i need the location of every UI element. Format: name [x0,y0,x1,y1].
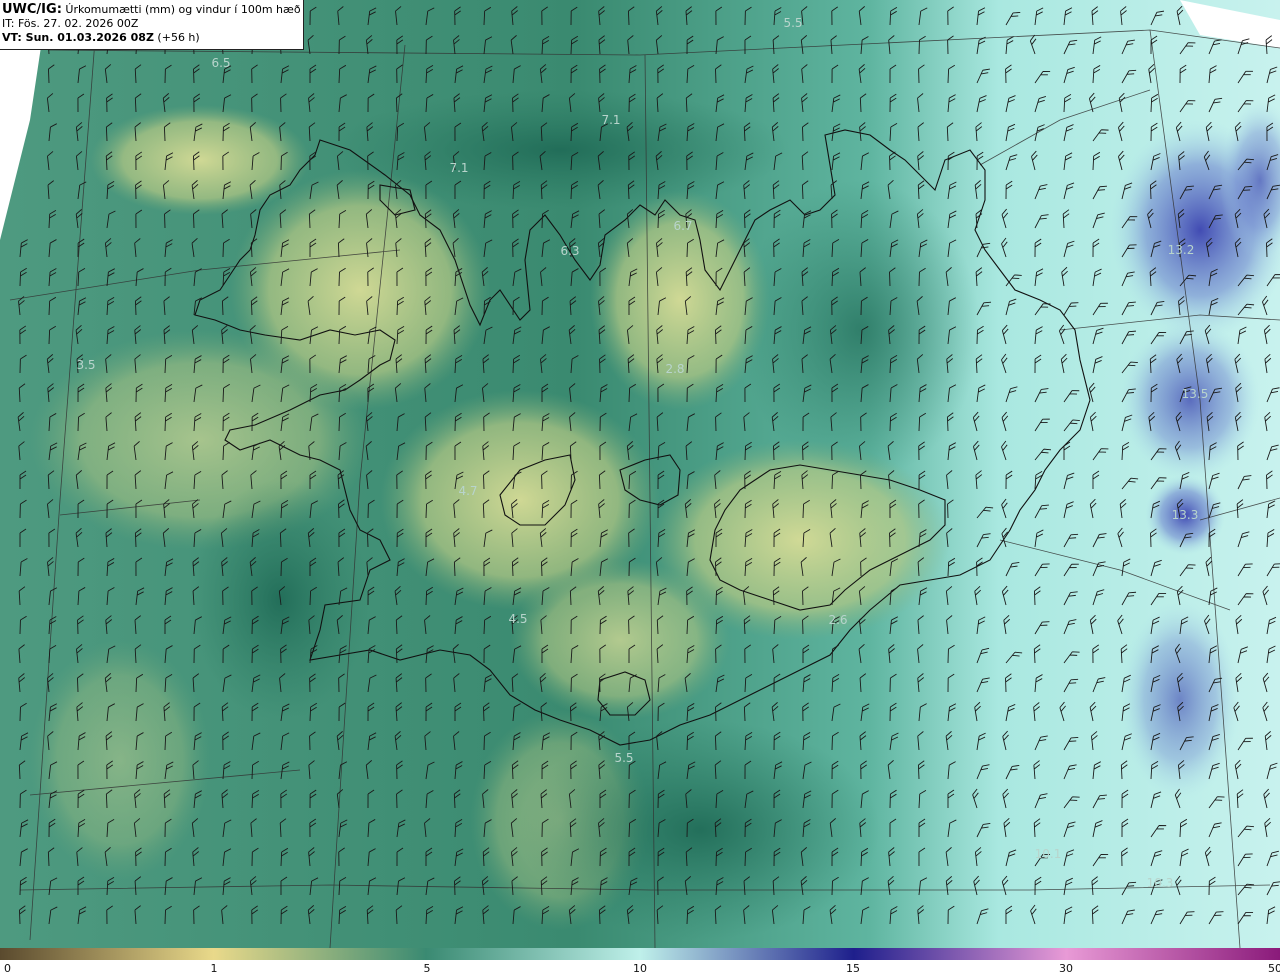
valid-time: VT: Sun. 01.03.2026 08Z [2,31,154,44]
field-value-label: 4.7 [458,484,477,498]
model-name: UWC/IG: [2,2,62,17]
colorbar-tick-5: 5 [423,962,431,975]
precipitable-water-map: 5.5 6.5 7.1 7.1 6.7 6.3 2.8 3.5 4.7 4.5 5.5 2.6 13.2… [0,0,1280,948]
field-value-label: 3.5 [76,358,95,372]
colorbar-strip [0,948,1280,960]
colorbar-tick-10: 10 [633,962,647,975]
field-value-label: 13.5 [1182,387,1209,401]
field-value-label: 10.3 [1147,876,1174,890]
colorbar-tick-15: 15 [846,962,860,975]
field-value-label: 7.1 [449,161,468,175]
header-info-box: UWC/IG: Úrkomumætti (mm) og vindur í 100… [0,0,304,50]
forecast-lead: (+56 h) [153,31,200,44]
colorbar-tick-50: 50 [1268,962,1280,975]
field-value-label: 2.8 [665,362,684,376]
colorbar-tick-0: 0 [4,962,11,975]
field-value-label: 5.5 [783,16,802,30]
field-value-label: 6.5 [211,56,230,70]
init-time: IT: Fös. 27. 02. 2026 00Z [2,17,139,30]
field-value-label: 4.5 [508,612,527,626]
field-value-label: 13.3 [1172,508,1199,522]
field-value-label: 13.2 [1168,243,1195,257]
field-value-label: 10.1 [1035,847,1062,861]
colorbar-tick-30: 30 [1059,962,1073,975]
variable-description: Úrkomumætti (mm) og vindur í 100m hæð [61,3,301,16]
field-value-label: 5.5 [614,751,633,765]
field-value-label: 6.3 [560,244,579,258]
colorbar: 0 1 5 10 15 30 50 [0,948,1280,978]
field-value-label: 7.1 [601,113,620,127]
field-value-label: 2.6 [828,613,847,627]
colorbar-tick-1: 1 [210,962,218,975]
field-value-label: 6.7 [673,219,692,233]
